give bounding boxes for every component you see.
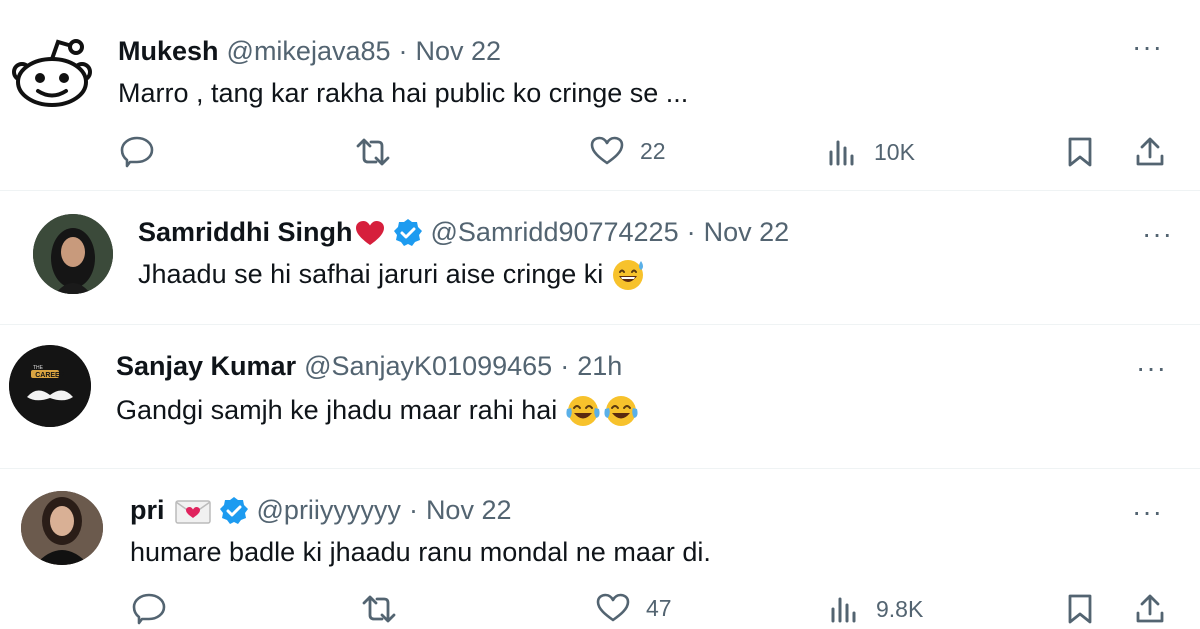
svg-text:THE: THE	[33, 365, 44, 371]
views-button[interactable]: 9.8K	[830, 595, 923, 623]
share-button[interactable]	[1134, 593, 1166, 625]
like-count: 47	[646, 594, 672, 621]
tweet-header: Sanjay Kumar @SanjayK01099465 · 21h	[116, 351, 622, 382]
face-with-tears-of-joy-icon	[566, 396, 600, 426]
bookmark-button[interactable]	[1066, 593, 1094, 625]
author-handle[interactable]: @Samridd90774225	[431, 217, 679, 248]
repost-button[interactable]	[354, 138, 392, 166]
bookmark-icon	[1068, 137, 1092, 167]
separator-dot: ·	[408, 495, 418, 525]
like-button[interactable]: 47	[596, 593, 672, 623]
grinning-face-with-sweat-icon	[613, 260, 644, 290]
heart-icon	[596, 593, 630, 622]
bookmark-button[interactable]	[1066, 136, 1094, 168]
repost-icon	[362, 595, 396, 623]
more-options-button[interactable]: ···	[1142, 220, 1173, 248]
profile-photo-icon	[21, 491, 103, 565]
author-name[interactable]: Samriddhi Singh	[138, 217, 353, 248]
timestamp[interactable]: Nov 22	[416, 36, 502, 67]
repost-button[interactable]	[360, 595, 398, 623]
views-chart-icon	[831, 597, 856, 623]
tweet-pri[interactable]: pri @priiyyyyyy · Nov 22 ··· humare badl…	[0, 469, 1200, 628]
share-button[interactable]	[1134, 136, 1166, 168]
tweet-mukesh[interactable]: Mukesh @mikejava85 · Nov 22 ··· Marro , …	[0, 0, 1200, 190]
avatar[interactable]	[33, 214, 113, 294]
red-heart-icon	[355, 220, 384, 245]
tweet-header: Samriddhi Singh @Samridd90774225 · Nov 2…	[138, 217, 789, 248]
more-options-button[interactable]: ···	[1136, 354, 1167, 382]
love-letter-icon	[174, 499, 211, 524]
tweet-text: Gandgi samjh ke jhadu maar rahi hai	[116, 393, 639, 427]
like-count: 22	[640, 137, 666, 164]
svg-text:CAREER: CAREER	[35, 372, 65, 379]
views-chart-icon	[829, 140, 854, 166]
timestamp[interactable]: 21h	[577, 351, 622, 382]
avatar[interactable]	[8, 38, 96, 108]
timestamp[interactable]: Nov 22	[704, 217, 790, 248]
tweet-header: pri @priiyyyyyy · Nov 22	[130, 495, 512, 526]
separator-dot: ·	[398, 36, 408, 66]
like-button[interactable]: 22	[590, 136, 666, 166]
profile-photo-icon	[33, 214, 113, 294]
avatar[interactable]: CAREER THE	[9, 345, 91, 427]
reply-icon	[120, 136, 154, 168]
author-name[interactable]: Mukesh	[118, 36, 219, 67]
views-button[interactable]: 10K	[828, 138, 915, 166]
author-handle[interactable]: @mikejava85	[227, 36, 391, 67]
heart-icon	[590, 136, 624, 165]
view-count: 9.8K	[876, 595, 924, 622]
tweet-text: humare badle ki jhaadu ranu mondal ne ma…	[130, 537, 711, 567]
avatar[interactable]	[21, 491, 103, 565]
author-name[interactable]: pri	[130, 495, 165, 526]
verified-badge-icon	[393, 218, 422, 246]
tweet-text: Marro , tang kar rakha hai public ko cri…	[118, 78, 689, 108]
repost-icon	[356, 138, 390, 166]
more-options-button[interactable]: ···	[1132, 33, 1163, 61]
tweet-actions: 47 9.8K	[0, 589, 1200, 629]
view-count: 10K	[874, 138, 915, 165]
career-logo-icon: CAREER THE	[9, 345, 91, 427]
share-icon	[1136, 594, 1164, 623]
separator-dot: ·	[560, 351, 570, 381]
share-icon	[1136, 137, 1164, 166]
author-handle[interactable]: @SanjayK01099465	[304, 351, 552, 382]
reply-button[interactable]	[120, 136, 154, 168]
author-name[interactable]: Sanjay Kumar	[116, 351, 296, 382]
tweet-actions: 22 10K	[0, 132, 1200, 172]
reply-icon	[132, 593, 166, 625]
reddit-alien-icon	[12, 39, 92, 107]
tweet-sanjay[interactable]: CAREER THE Sanjay Kumar @SanjayK01099465…	[0, 325, 1200, 468]
tweet-text-content: Jhaadu se hi safhai jaruri aise cringe k…	[138, 258, 604, 289]
separator-dot: ·	[686, 217, 696, 247]
tweet-samriddhi[interactable]: Samriddhi Singh @Samridd90774225 · Nov 2…	[0, 191, 1200, 324]
bookmark-icon	[1068, 594, 1092, 624]
author-handle[interactable]: @priiyyyyyy	[257, 495, 401, 526]
face-with-tears-of-joy-icon	[604, 396, 638, 426]
tweet-text-content: Gandgi samjh ke jhadu maar rahi hai	[116, 394, 558, 425]
reply-button[interactable]	[132, 593, 166, 625]
tweet-header: Mukesh @mikejava85 · Nov 22	[118, 36, 501, 67]
tweet-text: Jhaadu se hi safhai jaruri aise cringe k…	[138, 257, 647, 291]
verified-badge-icon	[219, 496, 248, 524]
timestamp[interactable]: Nov 22	[426, 495, 512, 526]
more-options-button[interactable]: ···	[1132, 498, 1163, 526]
